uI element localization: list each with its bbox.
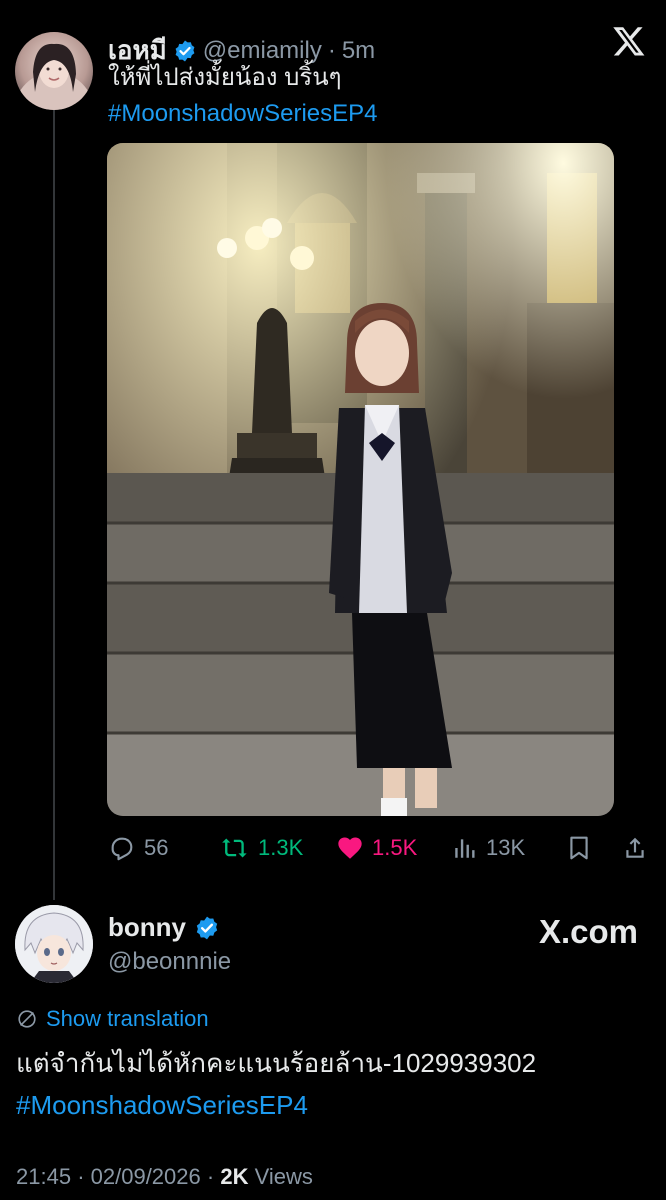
watermark-text: X.com <box>538 913 638 950</box>
x-logo-icon[interactable] <box>612 24 646 58</box>
views-total: 2K <box>220 1164 249 1189</box>
verified-badge-icon <box>175 40 195 61</box>
views-label: Views <box>254 1164 313 1189</box>
reply-count: 56 <box>144 835 169 860</box>
like-button[interactable]: 1.5K <box>336 834 417 862</box>
views-chart-icon <box>455 839 475 858</box>
thread-connector-line <box>53 110 55 900</box>
avatar-emiamily[interactable] <box>15 32 93 110</box>
photo-girl-in-school-uniform-icon <box>107 143 614 816</box>
show-translation-label: Show translation <box>46 1006 209 1031</box>
main-tweet-body: แต่จำกันไม่ได้หักคะแนนร้อยล้าน-102993930… <box>16 1042 656 1126</box>
tweet-meta: 21:45 · 02/09/2026 · 2K Views <box>16 1164 313 1190</box>
share-icon[interactable] <box>622 834 648 862</box>
reply-icon <box>111 837 133 861</box>
main-handle[interactable]: @beonnnie <box>108 948 231 976</box>
quoted-separator: · <box>327 36 336 64</box>
meta-separator-2: · <box>206 1164 215 1189</box>
anime-character-avatar-icon <box>15 905 93 983</box>
quoted-handle[interactable]: @emiamily <box>203 37 322 65</box>
verified-badge-icon <box>196 916 218 939</box>
avatar-beonnnie[interactable] <box>15 905 93 983</box>
repost-count: 1.3K <box>258 835 304 860</box>
quoted-time-ago[interactable]: 5m <box>342 37 375 65</box>
quoted-tweet-text: ให้พี่ไปส่งมั้ยน้อง บริ้นๆ <box>108 64 342 91</box>
main-display-name[interactable]: bonny <box>108 912 186 943</box>
translate-globe-icon <box>18 1010 36 1028</box>
like-count: 1.5K <box>372 835 418 860</box>
profile-photo-icon <box>15 43 93 110</box>
show-translation-link[interactable]: Show translation <box>16 1006 209 1032</box>
views-count: 13K <box>486 835 526 860</box>
tweet-date[interactable]: 02/09/2026 <box>91 1164 201 1189</box>
main-hashtag-link[interactable]: #MoonshadowSeriesEP4 <box>16 1084 656 1126</box>
x-com-watermark: X.com <box>539 913 638 951</box>
tweet-photo[interactable] <box>107 143 614 816</box>
repost-button[interactable]: 1.3K <box>220 834 303 862</box>
repost-icon <box>222 838 247 858</box>
heart-icon <box>338 837 362 859</box>
tweet-time[interactable]: 21:45 <box>16 1164 71 1189</box>
reply-button[interactable]: 56 <box>108 834 168 862</box>
bookmark-icon[interactable] <box>566 834 592 862</box>
main-tweet-name-row: bonny <box>108 912 220 943</box>
main-tweet-text: แต่จำกันไม่ได้หักคะแนนร้อยล้าน-102993930… <box>16 1048 537 1078</box>
views-button[interactable]: 13K <box>452 834 525 862</box>
quoted-hashtag-link[interactable]: #MoonshadowSeriesEP4 <box>108 98 378 130</box>
meta-separator: · <box>77 1164 85 1189</box>
